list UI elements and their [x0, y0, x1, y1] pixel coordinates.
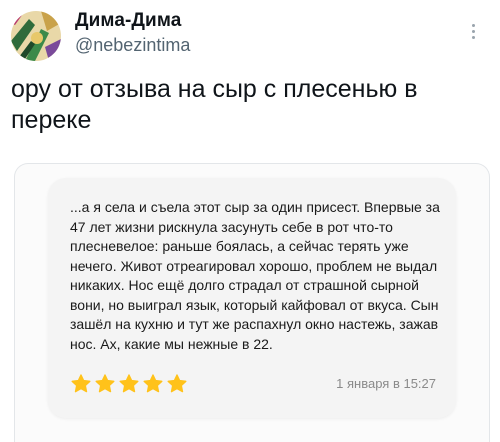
avatar[interactable] — [11, 11, 61, 61]
star-icon — [167, 374, 187, 393]
author-handle[interactable]: @nebezintima — [75, 35, 190, 56]
tweet-text: ору от отзыва на сыр с плесенью в переке — [11, 75, 418, 134]
avatar-image — [11, 11, 61, 61]
author-display-name[interactable]: Дима-Дима — [75, 10, 181, 32]
more-vertical-icon[interactable] — [472, 24, 476, 44]
review-card: ...а я села и съела этот сыр за один при… — [48, 178, 456, 418]
tweet-media-image[interactable]: ...а я села и съела этот сыр за один при… — [14, 163, 490, 442]
review-text: ...а я села и съела этот сыр за один при… — [70, 199, 440, 352]
star-icon — [119, 374, 139, 393]
rating-stars — [70, 373, 188, 395]
star-icon — [143, 374, 163, 393]
review-date: 1 января в 15:27 — [336, 376, 436, 391]
star-icon — [71, 374, 91, 393]
star-icon — [95, 374, 115, 393]
